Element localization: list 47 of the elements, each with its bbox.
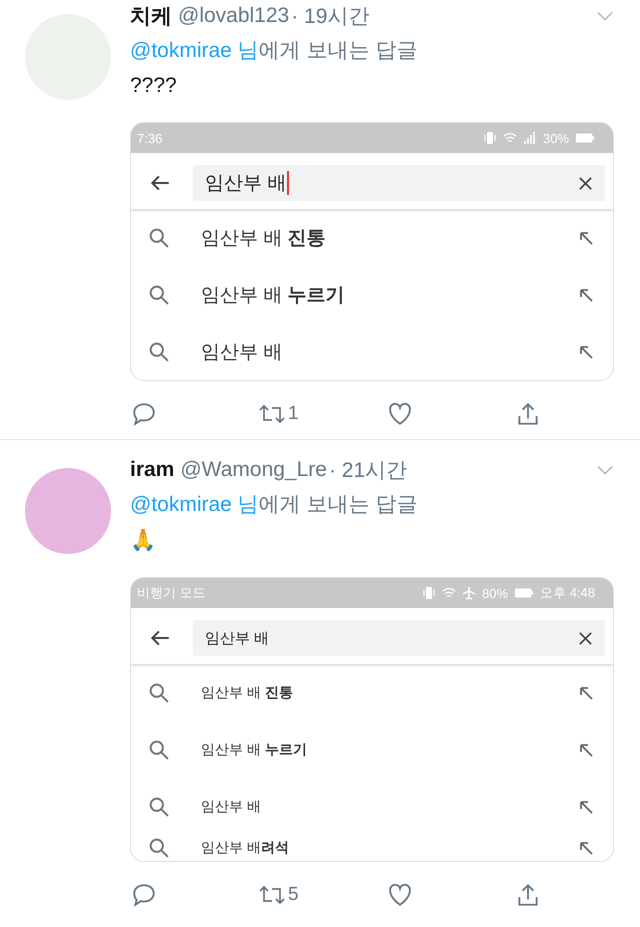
search-icon	[149, 682, 169, 702]
wifi-icon	[502, 131, 517, 145]
arrow-up-left-icon[interactable]	[579, 800, 593, 814]
search-suggestion[interactable]: 임산부 배 누르기	[201, 282, 345, 308]
search-icon	[149, 838, 169, 858]
retweet-count: 1	[288, 403, 299, 425]
tweet-text: ????	[130, 74, 178, 98]
search-suggestion[interactable]: 임산부 배려석	[201, 839, 289, 857]
search-icon	[149, 796, 169, 816]
vibrate-icon	[482, 131, 497, 145]
search-suggestion[interactable]: 임산부 배	[201, 338, 282, 364]
arrow-up-left-icon[interactable]	[579, 742, 593, 756]
search-field[interactable]: 임산부 배	[193, 165, 605, 201]
battery-icon	[575, 132, 595, 144]
search-icon	[149, 740, 169, 760]
user-handle: @lovabl123	[178, 4, 290, 28]
heart-icon[interactable]	[386, 882, 414, 908]
search-icon	[149, 342, 169, 362]
search-icon	[149, 284, 169, 304]
retweet-count: 5	[288, 884, 299, 906]
close-icon[interactable]	[578, 630, 593, 646]
user-handle: @Wamong_Lre	[180, 458, 327, 482]
reply-context: @tokmirae 님에게 보내는 답글	[130, 492, 418, 518]
wifi-icon	[442, 586, 456, 600]
arrow-up-left-icon[interactable]	[579, 344, 593, 358]
heart-icon[interactable]	[386, 401, 414, 427]
display-name: iram	[130, 458, 174, 482]
airplane-icon	[462, 586, 476, 600]
search-suggestion[interactable]: 임산부 배 누르기	[201, 740, 307, 758]
signal-icon	[522, 131, 537, 145]
battery-icon	[514, 587, 534, 599]
search-suggestion[interactable]: 임산부 배 진통	[201, 684, 293, 702]
reply-context: @tokmirae 님에게 보내는 답글	[130, 38, 418, 64]
timestamp: · 21시간	[328, 458, 408, 484]
search-field[interactable]: 임산부 배	[193, 620, 605, 656]
vibrate-icon	[422, 586, 436, 600]
close-icon[interactable]	[578, 176, 593, 190]
display-name: 치케	[130, 4, 172, 30]
search-icon	[149, 228, 169, 248]
arrow-up-left-icon[interactable]	[579, 230, 593, 244]
tweet-text: 🙏	[130, 528, 157, 553]
arrow-up-left-icon[interactable]	[579, 288, 593, 302]
arrow-up-left-icon[interactable]	[579, 686, 593, 700]
search-suggestion[interactable]: 임산부 배	[201, 798, 261, 816]
search-suggestion[interactable]: 임산부 배 진통	[201, 224, 326, 250]
timestamp: · 19시간	[291, 4, 370, 30]
arrow-up-left-icon[interactable]	[579, 841, 593, 855]
